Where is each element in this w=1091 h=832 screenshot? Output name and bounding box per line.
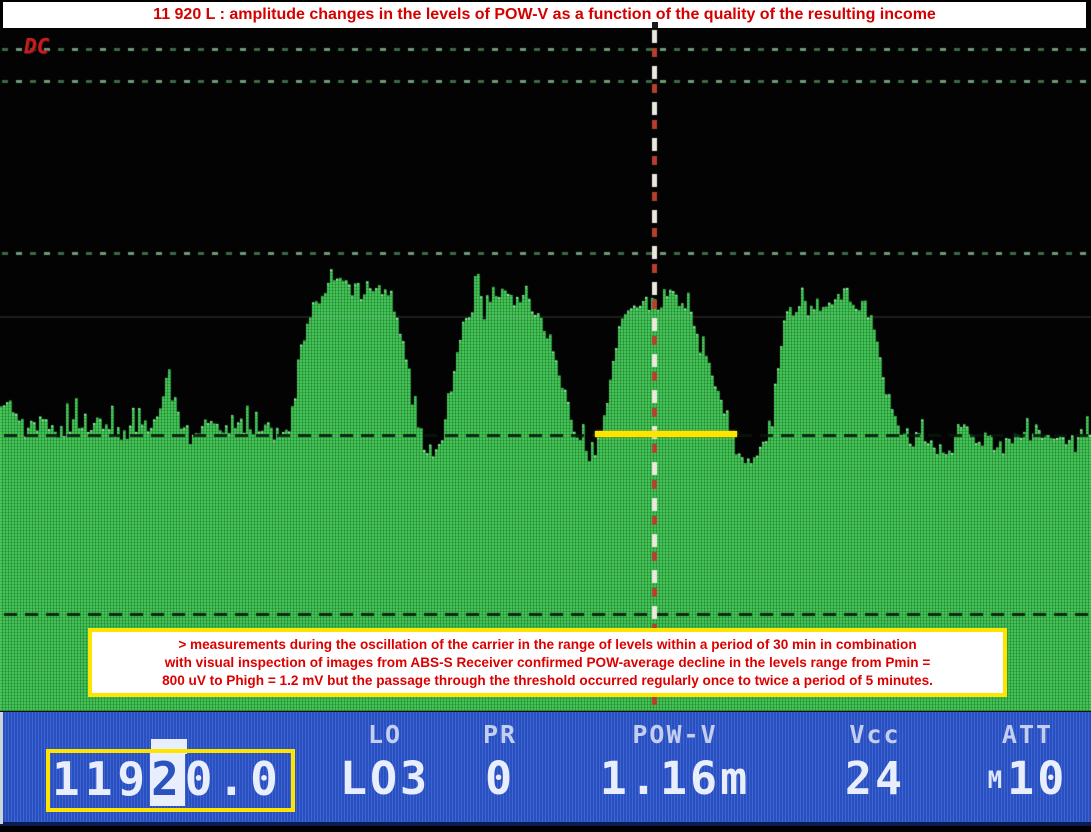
title-bar: 11 920 L : amplitude changes in the leve… [3,2,1086,28]
spectrum-display: DC [0,28,1091,712]
yellow-marker-line [595,431,737,437]
note-line-2: with visual inspection of images from AB… [92,654,1003,672]
page-title: 11 920 L : amplitude changes in the leve… [153,6,936,24]
dc-coupling-label: DC [22,34,52,58]
vcc-value: 24 [810,752,940,805]
photo-left-edge [0,712,3,824]
att-header: ATT [960,720,1091,749]
column-pr: PR 0 [445,712,555,822]
att-value: M10 [960,752,1091,805]
note-line-1: > measurements during the oscillation of… [92,636,1003,654]
lo-value: LO3 [320,752,450,805]
att-number: 10 [1007,752,1067,805]
note-line-3: 800 uV to Phigh = 1.2 mV but the passage… [92,672,1003,690]
att-mode-prefix: M [988,766,1005,794]
column-att: ATT M10 [960,712,1091,822]
pr-value: 0 [445,752,555,805]
pow-v-value: 1.16m [590,752,760,805]
vcc-header: Vcc [810,720,940,749]
pow-v-header: POW-V [590,720,760,749]
spectrum-canvas [0,28,1091,712]
column-lo: LO LO3 [320,712,450,822]
measurement-note-box: > measurements during the oscillation of… [88,628,1007,697]
frequency-highlight-box [46,749,295,812]
pr-header: PR [445,720,555,749]
spectrum-analyzer-screen: { "title": { "text": "11 920 L : amplitu… [0,0,1091,832]
lo-header: LO [320,720,450,749]
column-vcc: Vcc 24 [810,712,940,822]
column-pow-v: POW-V 1.16m [590,712,760,822]
